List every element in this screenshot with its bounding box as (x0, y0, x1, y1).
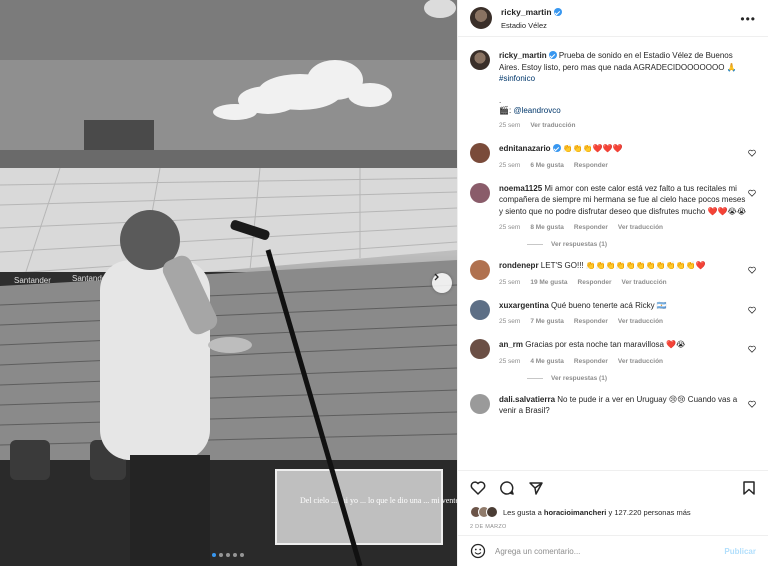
heart-icon[interactable] (748, 149, 756, 157)
comment-time[interactable]: 25 sem (499, 358, 520, 365)
reply-button[interactable]: Responder (574, 358, 608, 365)
translate-button[interactable]: Ver traducción (618, 224, 663, 231)
comment: noema1125 Mi amor con este calor está ve… (470, 182, 756, 231)
comment: dali.salvatierra No te pude ir a ver en … (470, 393, 756, 417)
emoji-icon[interactable] (470, 543, 486, 559)
stadium-scene: Santander Santander Del cielo ... fui yo… (0, 0, 457, 566)
bookmark-save-icon[interactable] (742, 480, 756, 496)
caption-avatar[interactable] (470, 50, 490, 70)
caption-time[interactable]: 25 sem (499, 122, 520, 129)
carousel-dot-2 (219, 553, 223, 557)
comments-list[interactable]: ricky_martin Prueba de sonido en el Esta… (458, 38, 768, 470)
comment-username[interactable]: dali.salvatierra (499, 395, 555, 404)
comment-username[interactable]: rondenepr (499, 261, 539, 270)
comment-text: 👏👏👏❤️❤️❤️ (562, 144, 623, 153)
reply-button[interactable]: Responder (578, 279, 612, 286)
verified-icon (553, 8, 562, 16)
comment-text: LET'S GO!!! 👏👏👏👏👏👏👏👏👏👏👏❤️ (540, 261, 706, 270)
view-replies-button[interactable]: Ver respuestas (1) (527, 375, 756, 382)
like-heart-icon[interactable] (470, 480, 486, 496)
carousel-dot-1 (212, 553, 216, 557)
post-date[interactable]: 2 DE MARZO (470, 524, 756, 530)
comment-time[interactable]: 25 sem (499, 224, 520, 231)
post-actions: Les gusta a horacioimancheri y 127.220 p… (458, 470, 768, 530)
post-photo[interactable]: Santander Santander Del cielo ... fui yo… (0, 0, 457, 566)
carousel-next-button[interactable] (432, 273, 452, 293)
comment-likes[interactable]: 7 Me gusta (530, 318, 564, 325)
comment-text: Gracias por esta noche tan maravillosa ❤… (525, 340, 686, 349)
publish-button[interactable]: Publicar (724, 547, 756, 556)
heart-icon[interactable] (748, 189, 756, 197)
comment: xuxargentina Qué bueno tenerte acá Ricky… (470, 299, 756, 325)
view-replies-button[interactable]: Ver respuestas (1) (527, 241, 756, 248)
comment-likes[interactable]: 6 Me gusta (530, 162, 564, 169)
likes-summary[interactable]: Les gusta a horacioimancheri y 127.220 p… (470, 506, 756, 518)
liker-avatar (486, 506, 498, 518)
comment-text: Qué bueno tenerte acá Ricky 🇦🇷 (551, 300, 667, 310)
verified-icon (548, 51, 557, 59)
post-panel: ricky_martin Estadio Vélez ••• ricky_mar… (457, 0, 768, 566)
carousel-dot-4 (233, 553, 237, 557)
likes-prefix: Les gusta a (503, 507, 542, 517)
comment-likes[interactable]: 19 Me gusta (530, 279, 567, 286)
carousel-dot-3 (226, 553, 230, 557)
reply-button[interactable]: Responder (574, 224, 608, 231)
carousel-dot-5 (240, 553, 244, 557)
comment-avatar[interactable] (470, 260, 490, 280)
reply-button[interactable]: Responder (574, 318, 608, 325)
translate-button[interactable]: Ver traducción (618, 358, 663, 365)
comment-avatar[interactable] (470, 182, 490, 203)
screen-text: Del cielo ... fui yo ... lo que le dio u… (300, 496, 457, 505)
post-header: ricky_martin Estadio Vélez ••• (458, 0, 768, 37)
share-send-icon[interactable] (528, 480, 544, 496)
post-location[interactable]: Estadio Vélez (501, 19, 562, 32)
comment-composer: Publicar (458, 535, 768, 566)
clapper-icon: 🎬 (499, 106, 509, 115)
caption-translate[interactable]: Ver traducción (530, 122, 575, 129)
chevron-right-icon (434, 273, 439, 281)
hashtag-link[interactable]: #sinfonico (499, 74, 535, 83)
likes-count[interactable]: y 127.220 personas más (609, 508, 691, 517)
comment-username[interactable]: noema1125 (499, 184, 542, 193)
caption-username[interactable]: ricky_martin (499, 51, 547, 60)
comment-avatar[interactable] (470, 143, 490, 163)
heart-icon[interactable] (748, 266, 756, 274)
comment-avatar[interactable] (470, 339, 490, 359)
caption-dot: . (499, 95, 502, 105)
comment-time[interactable]: 25 sem (499, 162, 520, 169)
comment: ednitanazario 👏👏👏❤️❤️❤️ 25 sem 6 Me gust… (470, 143, 756, 169)
more-options-icon[interactable]: ••• (740, 12, 756, 26)
verified-icon (552, 144, 561, 152)
caption: ricky_martin Prueba de sonido en el Esta… (470, 50, 756, 129)
carousel-dots (212, 553, 244, 557)
likes-user-link[interactable]: horacioimancheri (544, 508, 607, 517)
reply-button[interactable]: Responder (574, 162, 608, 169)
comment-username[interactable]: ednitanazario (499, 144, 551, 153)
comment-time[interactable]: 25 sem (499, 318, 520, 325)
author-avatar[interactable] (470, 7, 492, 29)
comment: rondenepr LET'S GO!!! 👏👏👏👏👏👏👏👏👏👏👏❤️ 25 s… (470, 260, 756, 286)
heart-icon[interactable] (748, 400, 756, 408)
heart-icon[interactable] (748, 345, 756, 353)
comment-avatar[interactable] (470, 393, 490, 414)
caption-meta: 25 sem Ver traducción (499, 122, 749, 129)
comment-username[interactable]: xuxargentina (499, 301, 549, 310)
comment-likes[interactable]: 8 Me gusta (530, 224, 564, 231)
heart-icon[interactable] (748, 306, 756, 314)
translate-button[interactable]: Ver traducción (622, 279, 667, 286)
comment-username[interactable]: an_rm (499, 340, 523, 349)
comment: an_rm Gracias por esta noche tan maravil… (470, 339, 756, 365)
comment-input[interactable] (495, 546, 725, 556)
credit-separator: : (508, 106, 512, 115)
comment-bubble-icon[interactable] (499, 480, 515, 496)
comment-time[interactable]: 25 sem (499, 279, 520, 286)
comment-likes[interactable]: 4 Me gusta (530, 358, 564, 365)
caption-text: ricky_martin Prueba de sonido en el Esta… (499, 50, 749, 85)
translate-button[interactable]: Ver traducción (618, 318, 663, 325)
credit-handle-link[interactable]: @leandrovco (513, 106, 560, 115)
caption-credit: 🎬: @leandrovco (499, 106, 749, 115)
comment-avatar[interactable] (470, 299, 490, 320)
author-username[interactable]: ricky_martin (501, 7, 552, 17)
